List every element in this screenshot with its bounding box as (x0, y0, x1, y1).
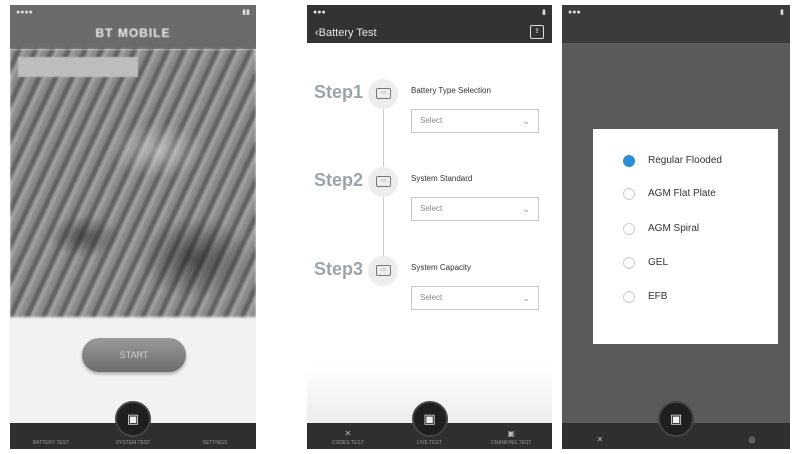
battery-test-center-button[interactable]: ▣ (411, 401, 448, 437)
select-value: Select (420, 116, 443, 125)
radio-button[interactable] (623, 223, 635, 235)
step-title: Battery Type Selection (411, 86, 491, 95)
chevron-down-icon: ⌄ (522, 116, 530, 126)
battery-icon: ▣ (126, 411, 140, 426)
tab-live-test[interactable]: LIVE TEST (389, 438, 470, 449)
start-button[interactable]: START (82, 338, 186, 372)
radio-button[interactable] (623, 155, 635, 167)
status-bar: ●●● ▮ (313, 8, 546, 17)
tab-label: SETTINGS (202, 440, 228, 446)
tab-cranking-test[interactable]: ▣ CRANKING TEST (471, 429, 552, 449)
option-label: GEL (648, 257, 669, 268)
page-title: Battery Test (318, 27, 377, 39)
step-label: Step1 (314, 82, 364, 102)
radio-button[interactable] (623, 257, 635, 269)
engine-icon: ▣ (507, 429, 515, 438)
option-label: AGM Spiral (648, 223, 700, 234)
chevron-down-icon: ⌄ (522, 204, 530, 214)
tab-label: LIVE TEST (417, 440, 442, 446)
share-icon[interactable]: ⇪ (530, 25, 544, 39)
tab-system-test[interactable]: SYSTEM TEST (92, 438, 173, 449)
option-label: Regular Flooded (648, 155, 722, 166)
tab-codes-test[interactable]: ✕ CODES TEST (307, 429, 388, 449)
tab-label: CRANKING TEST (490, 440, 532, 446)
step-title: System Capacity (411, 263, 472, 272)
battery-icon: ▭ (368, 256, 398, 286)
tab-battery-test[interactable]: BATTERY TEST (10, 438, 91, 449)
step-label: Step3 (314, 259, 364, 279)
tab-label: SYSTEM TEST (115, 440, 151, 446)
radio-button[interactable] (623, 188, 635, 200)
option-label: AGM Flat Plate (648, 188, 716, 199)
battery-test-center-button[interactable]: ▣ (115, 401, 151, 437)
phone-home-screen: ●●●● ▮▮ BT MOBILE START BATTERY TEST SYST… (10, 5, 256, 449)
radio-button[interactable] (623, 291, 635, 303)
phone-battery-type-dialog: ●●● ▮ Regular Flooded AGM Flat Plate AGM … (562, 5, 790, 449)
option-label: EFB (648, 291, 668, 302)
battery-icon: ▣ (423, 411, 436, 426)
tab-right[interactable]: ◎ (714, 435, 789, 449)
battery-test-center-button[interactable]: ▣ (658, 401, 694, 437)
wrench-icon: ✕ (596, 435, 604, 444)
engine-photo (10, 49, 256, 317)
back-button[interactable]: ‹Battery Test (315, 27, 377, 39)
wrench-icon: ✕ (344, 429, 352, 438)
select-value: Select (420, 204, 443, 213)
system-capacity-select[interactable]: Select ⌄ (411, 286, 539, 310)
app-brand-title: BT MOBILE (95, 26, 171, 40)
device-chip[interactable] (18, 57, 138, 77)
status-bar: ●●●● ▮▮ (16, 8, 250, 17)
engine-icon: ◎ (748, 435, 756, 444)
battery-icon: ▭ (368, 167, 398, 197)
select-value: Select (420, 293, 443, 302)
tab-label: BATTERY TEST (32, 440, 70, 446)
status-bar: ●●● ▮ (568, 8, 784, 17)
tab-middle[interactable] (638, 444, 713, 449)
phone-battery-test-screen: ●●● ▮ ‹Battery Test ⇪ Step1 ▭ Battery Typ… (307, 5, 552, 449)
tab-settings[interactable]: SETTINGS (174, 438, 255, 449)
battery-type-select[interactable]: Select ⌄ (411, 109, 539, 133)
battery-icon: ▭ (368, 79, 398, 109)
tab-left[interactable]: ✕ (562, 435, 637, 449)
step-label: Step2 (314, 170, 364, 190)
battery-type-dialog: Regular Flooded AGM Flat Plate AGM Spira… (593, 129, 778, 344)
system-standard-select[interactable]: Select ⌄ (411, 197, 539, 221)
tab-label: CODES TEST (331, 440, 364, 446)
step-title: System Standard (411, 174, 473, 183)
chevron-down-icon: ⌄ (522, 293, 530, 303)
battery-icon: ▣ (669, 411, 683, 426)
